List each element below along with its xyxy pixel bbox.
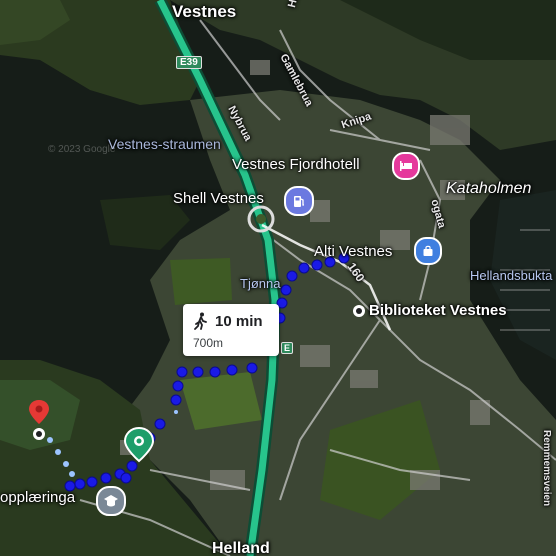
place-label-vestnes: Vestnes bbox=[172, 2, 237, 21]
highway-shield-e39: E39 bbox=[176, 56, 202, 69]
school-pin[interactable] bbox=[96, 486, 126, 516]
highway-shield-e-label: E bbox=[284, 343, 291, 353]
poi-label-school[interactable]: opplæringa bbox=[0, 489, 75, 506]
poi-label-alti[interactable]: Alti Vestnes bbox=[314, 243, 392, 260]
poi-label-hotel[interactable]: Vestnes Fjordhotell bbox=[232, 156, 360, 173]
hotel-pin[interactable] bbox=[392, 152, 420, 180]
place-label-hellandsbukta: Hellandsbukta bbox=[470, 268, 553, 283]
school-icon bbox=[104, 495, 118, 507]
bed-icon bbox=[400, 161, 412, 171]
place-label-helland: Helland bbox=[212, 540, 270, 556]
gas-icon bbox=[294, 196, 304, 207]
route-duration: 10 min bbox=[215, 312, 263, 330]
place-label-kataholmen: Kataholmen bbox=[446, 180, 532, 197]
library-dot[interactable] bbox=[353, 305, 365, 317]
shopping-pin[interactable] bbox=[414, 237, 442, 265]
gas-station-pin[interactable] bbox=[284, 186, 314, 216]
place-label-tjonna: Tjønna bbox=[240, 276, 281, 291]
destination-pin[interactable] bbox=[27, 398, 51, 442]
highway-shield-e: E bbox=[281, 342, 294, 354]
street-label-remmemsveien: Remmemsveien bbox=[541, 430, 552, 507]
poi-label-shell[interactable]: Shell Vestnes bbox=[173, 190, 264, 207]
library-dot-core bbox=[356, 308, 362, 314]
route-distance: 700m bbox=[193, 336, 224, 350]
map-view[interactable]: Vestnes Helland Kataholmen Hellandsbukta… bbox=[0, 0, 556, 556]
start-pin[interactable] bbox=[124, 427, 154, 463]
shopping-bag-icon bbox=[423, 245, 433, 256]
map-watermark: © 2023 Google bbox=[48, 144, 116, 155]
start-location-icon bbox=[124, 427, 154, 463]
poi-label-library[interactable]: Biblioteket Vestnes bbox=[369, 302, 507, 319]
route-duration-card[interactable]: 10 min 700m bbox=[183, 304, 279, 356]
walk-icon bbox=[194, 312, 207, 330]
highway-shield-label: E39 bbox=[180, 57, 198, 68]
place-pin-icon bbox=[29, 400, 49, 440]
route-duration-row: 10 min bbox=[193, 312, 263, 330]
place-label-vestnes-straumen: Vestnes-straumen bbox=[108, 136, 221, 152]
